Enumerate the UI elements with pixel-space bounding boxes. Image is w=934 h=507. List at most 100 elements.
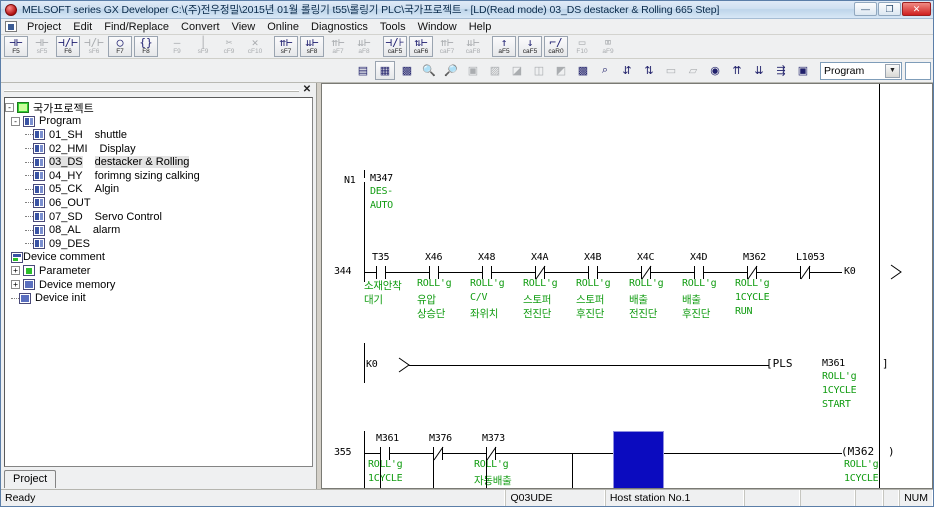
ladder-diagram[interactable]: N1 M347 DES- AUTO 344 T35 소재안착 대기 X46 ROLL'g 유압 상승단… <box>322 84 932 488</box>
find-instruction-button[interactable]: 🔎 <box>441 61 461 80</box>
zoom-in-button[interactable]: ⇈ <box>727 61 747 80</box>
rung-2-contact-8[interactable] <box>800 265 811 280</box>
tree-item-device-memory[interactable]: + Device memory <box>5 278 312 292</box>
ladder-cursor-block[interactable] <box>613 431 664 488</box>
expand-icon[interactable]: + <box>11 280 20 290</box>
step-next-button[interactable]: ⇵ <box>617 61 637 80</box>
right-power-rail <box>879 84 880 488</box>
cross-reference-button[interactable]: ▩ <box>573 61 593 80</box>
tree-connector <box>25 134 33 136</box>
prg-icon <box>33 211 45 223</box>
menu-item-convert[interactable]: Convert <box>175 20 226 34</box>
tree-connector <box>25 148 33 150</box>
rising-edge-up-button[interactable]: ↑ aF5 <box>492 36 516 57</box>
tree-item-09-des[interactable]: 09_DES <box>5 237 312 251</box>
window-toggle-button[interactable]: ▣ <box>793 61 813 80</box>
expand-icon[interactable]: + <box>11 266 20 276</box>
tree-item-06-out[interactable]: 06_OUT <box>5 196 312 210</box>
ladder-editor-area: N1 M347 DES- AUTO 344 T35 소재안착 대기 X46 ROLL'g 유압 상승단… <box>317 83 933 489</box>
menu-item-diagnostics[interactable]: Diagnostics <box>305 20 374 34</box>
device-search-button[interactable]: ▩ <box>397 61 417 80</box>
operation-result-pulse-button[interactable]: ⇅⊢ caF6 <box>409 36 433 57</box>
rung-2-wire-4 <box>598 272 641 273</box>
menu-item-view[interactable]: View <box>226 20 262 34</box>
invert-operation-button[interactable]: ⊣∕⊦ caF5 <box>383 36 407 57</box>
rung-4-wire-0 <box>390 453 433 454</box>
rising-pulse-button[interactable]: ⇈⊢ sF7 <box>274 36 298 57</box>
tree-item-device-init[interactable]: Device init <box>5 291 312 305</box>
tree-item-program[interactable]: - Program <box>5 115 312 129</box>
tree-item-03-ds[interactable]: 03_DS destacker & Rolling <box>5 155 312 169</box>
ladder-canvas[interactable]: N1 M347 DES- AUTO 344 T35 소재안착 대기 X46 ROLL'g 유압 상승단… <box>321 83 933 489</box>
coil-button[interactable]: ◯ F7 <box>108 36 132 57</box>
zoom-fit-button[interactable]: ⇶ <box>771 61 791 80</box>
find-device-button[interactable]: 🔍 <box>419 61 439 80</box>
project-tree[interactable]: - 국가프로젝트 - Program 01_SH shuttle 02_HMI Display… <box>4 97 313 467</box>
secondary-combo[interactable] <box>905 61 931 80</box>
program-check-button[interactable]: ▤ <box>353 61 373 80</box>
collapse-icon[interactable]: - <box>11 116 20 126</box>
menu-item-find-replace[interactable]: Find/Replace <box>98 20 175 34</box>
menu-item-tools[interactable]: Tools <box>374 20 412 34</box>
close-icon[interactable]: ✕ <box>301 84 313 96</box>
tree-item-04-hy[interactable]: 04_HY forimng sizing calking <box>5 169 312 183</box>
tree-connector <box>25 202 33 204</box>
collapse-icon[interactable]: - <box>5 103 14 113</box>
delete-horizontal-line-button: ✂ cF9 <box>217 36 241 57</box>
step-prev-button[interactable]: ⇅ <box>639 61 659 80</box>
tree-item-02-hmi[interactable]: 02_HMI Display <box>5 142 312 156</box>
maximize-button[interactable]: ❐ <box>878 2 901 16</box>
tree-item-01-sh[interactable]: 01_SH shuttle <box>5 128 312 142</box>
tree-item-05-ck[interactable]: 05_CK Algin <box>5 183 312 197</box>
no-contact-button[interactable]: ⊣⊢ F5 <box>4 36 28 57</box>
falling-pulse-button[interactable]: ⇊⊢ sF8 <box>300 36 324 57</box>
tree-item-label: 04_HY <box>49 169 83 182</box>
nc-contact-button[interactable]: ⊣∕⊢ F6 <box>56 36 80 57</box>
close-button[interactable]: ✕ <box>902 2 931 16</box>
prg-icon <box>33 197 45 209</box>
status-bar: Ready Q03UDE Host station No.1 NUM <box>1 489 933 506</box>
menu-item-window[interactable]: Window <box>412 20 463 34</box>
zoom-out-button[interactable]: ⇊ <box>749 61 769 80</box>
status-cpu-type: Q03UDE <box>505 490 605 506</box>
falling-edge-down-button[interactable]: ↓ caF5 <box>518 36 542 57</box>
rung-4-contact-0-comment-line-2: START <box>368 487 397 488</box>
tree-item-08-al[interactable]: 08_AL alarm <box>5 223 312 237</box>
tree-item--[interactable]: - 국가프로젝트 <box>5 101 312 115</box>
ladder-view-button[interactable]: ▦ <box>375 61 395 80</box>
tree-item-description: destacker & Rolling <box>94 156 190 169</box>
note-display-button[interactable]: ◉ <box>705 61 725 80</box>
application-instruction-shortcut: F8 <box>142 48 150 55</box>
rung-4-contact-1[interactable] <box>433 446 444 461</box>
tree-item-label: 06_OUT <box>49 196 91 209</box>
menu-item-edit[interactable]: Edit <box>67 20 98 34</box>
rising-pulse-branch-button: ⇈⊢ caF7 <box>435 36 459 57</box>
chevron-down-icon[interactable]: ▼ <box>885 63 900 78</box>
program-select-combo[interactable]: Program ▼ <box>820 61 902 80</box>
menu-item-online[interactable]: Online <box>261 20 305 34</box>
tree-item-label: 05_CK <box>49 183 83 196</box>
rung-4-contact-0-comment-line-0: ROLL'g <box>368 459 403 470</box>
tree-connector <box>11 297 19 299</box>
invert-contact-shortcut: caR0 <box>548 48 564 55</box>
tab-project[interactable]: Project <box>4 470 57 488</box>
invert-contact-button[interactable]: ⌐∕ caR0 <box>544 36 568 57</box>
minimize-button[interactable]: — <box>854 2 877 16</box>
application-instruction-button[interactable]: {} F8 <box>134 36 158 57</box>
window-controls: — ❐ ✕ <box>854 2 931 16</box>
no-contact-shortcut: F5 <box>12 48 20 55</box>
device-test-button: ▣ <box>463 61 483 80</box>
menu-item-help[interactable]: Help <box>463 20 498 34</box>
nc-contact-icon: ⊣∕⊢ <box>58 36 78 49</box>
tree-item-device-comment[interactable]: +Device comment <box>5 251 312 265</box>
tree-item-parameter[interactable]: + Parameter <box>5 264 312 278</box>
tree-item-07-sd[interactable]: 07_SD Servo Control <box>5 210 312 224</box>
rung-3-instruction-device: M361 <box>822 358 845 369</box>
tree-item-description: Servo Control <box>94 210 162 223</box>
rung-4-branch-v3 <box>486 453 487 488</box>
rung-2-wire-6 <box>704 272 747 273</box>
menu-item-project[interactable]: Project <box>21 20 67 34</box>
falling-pulse-parallel-button: ⇊⊢ aF8 <box>352 36 376 57</box>
tree-item-label: Device memory <box>39 278 116 291</box>
zoom-search-button[interactable]: ⌕ <box>595 61 615 80</box>
